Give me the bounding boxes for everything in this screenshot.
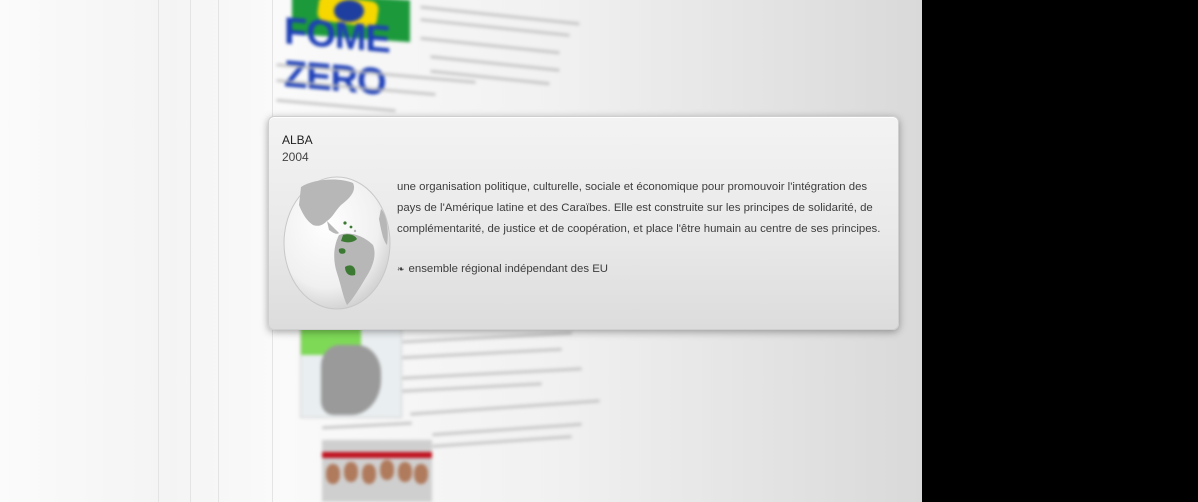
column-divider	[158, 0, 159, 502]
card-note-text: ensemble régional indépendant des EU	[408, 263, 609, 275]
bullet-icon: ❧	[397, 264, 405, 274]
card-title: ALBA	[282, 133, 313, 147]
right-black-area	[922, 0, 1198, 502]
column-divider	[190, 0, 191, 502]
card-description: une organisation politique, culturelle, …	[397, 181, 881, 235]
logo-text: FOME ZERO	[284, 10, 390, 105]
column-divider	[218, 0, 219, 502]
globe-map-icon	[283, 175, 391, 313]
background-page: FOME ZERO ALBA 2004 une organisation pol…	[0, 0, 922, 502]
card-note: ❧ ensemble régional indépendant des EU	[397, 263, 608, 275]
alba-info-card[interactable]: ALBA 2004 une organisation politique, cu…	[268, 116, 899, 330]
photo-thumbnail	[322, 440, 432, 502]
map-thumbnail	[300, 326, 402, 418]
card-year: 2004	[282, 150, 309, 164]
